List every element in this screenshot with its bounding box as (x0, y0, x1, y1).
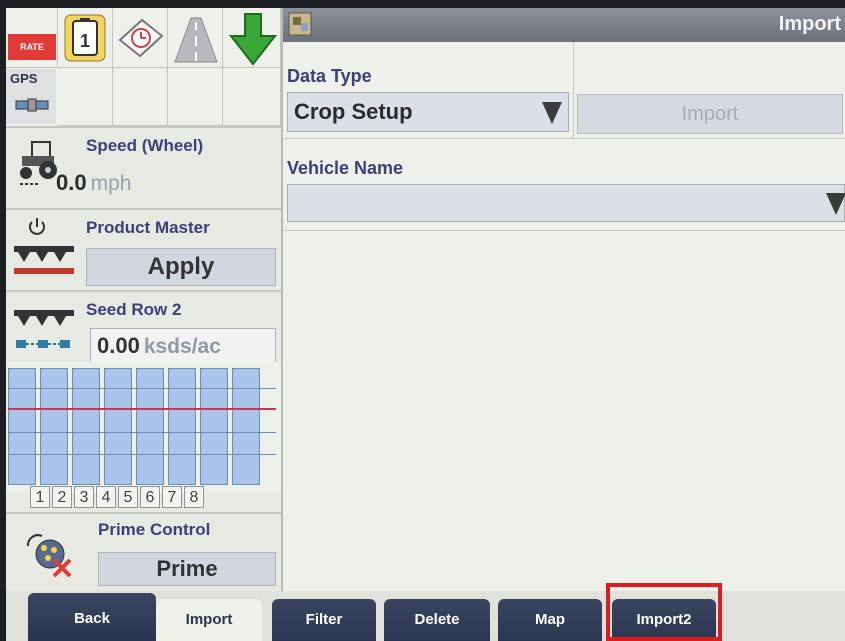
import-button[interactable]: Import (577, 94, 843, 134)
row-bar (232, 368, 260, 485)
row-number[interactable]: 8 (184, 486, 204, 508)
speed-readout: 0.0 mph (56, 170, 131, 196)
grid-line (8, 432, 276, 433)
row-bar (104, 368, 132, 485)
status-cell (223, 68, 281, 126)
row-number[interactable]: 1 (30, 486, 50, 508)
road-icon[interactable] (171, 14, 221, 64)
row-number[interactable]: 2 (52, 486, 72, 508)
speed-value: 0.0 (56, 170, 87, 195)
tractor-icon (16, 138, 60, 188)
product-master-panel: Product Master Apply (6, 208, 281, 290)
highlight-box (606, 583, 722, 641)
screen: RATE 1 GPS Speed (Wheel) 0.0 mph Product… (6, 8, 845, 641)
row-bar (8, 368, 36, 485)
apply-button[interactable]: Apply (86, 248, 276, 286)
rate-badge[interactable]: RATE (8, 34, 56, 60)
row-bar (168, 368, 196, 485)
divider (283, 230, 845, 231)
prime-icon (24, 526, 78, 580)
row-number[interactable]: 4 (96, 486, 116, 508)
seed-rate-unit: ksds/ac (143, 335, 221, 358)
status-grid: RATE 1 GPS (6, 8, 281, 126)
title-bar: Import (283, 8, 845, 42)
target-rate-line (8, 408, 276, 410)
divider (573, 42, 574, 138)
row-bar (40, 368, 68, 485)
status-cell (113, 68, 168, 126)
battery-icon[interactable]: 1 (64, 14, 106, 62)
status-cell (58, 68, 113, 126)
vehicle-name-select[interactable] (287, 184, 845, 222)
tools-icon[interactable] (287, 11, 313, 37)
status-cell (168, 68, 223, 126)
chevron-down-icon (542, 102, 562, 124)
chevron-down-icon (826, 193, 845, 215)
satellite-icon (14, 89, 50, 119)
data-type-label: Data Type (287, 66, 372, 86)
row-number[interactable]: 3 (74, 486, 94, 508)
speed-panel: Speed (Wheel) 0.0 mph (6, 126, 281, 208)
grid-line (8, 388, 276, 389)
gps-status[interactable]: GPS (6, 69, 56, 124)
tab-delete[interactable]: Delete (384, 599, 490, 641)
data-type-value: Crop Setup (294, 99, 413, 124)
tab-import[interactable]: Import (156, 599, 262, 641)
tab-filter[interactable]: Filter (272, 599, 376, 641)
row-number[interactable]: 6 (140, 486, 160, 508)
gps-label: GPS (10, 71, 38, 86)
vehicle-name-label: Vehicle Name (287, 158, 404, 178)
seed-row-panel: Seed Row 2 0.00 ksds/ac (6, 290, 281, 364)
row-bar (72, 368, 100, 485)
row-bar-graph (6, 362, 281, 493)
divider (283, 138, 845, 139)
prime-control-panel: Prime Control Prime (6, 512, 281, 591)
row-bar (136, 368, 164, 485)
svg-text:1: 1 (80, 31, 90, 51)
speed-unit: mph (90, 172, 132, 195)
grid-line (8, 454, 276, 455)
tab-back[interactable]: Back (28, 593, 156, 641)
tab-bar: Back Import Filter Delete Map Import2 (6, 583, 845, 641)
row-number[interactable]: 5 (118, 486, 138, 508)
power-icon (26, 216, 48, 238)
seed-rate-box[interactable]: 0.00 ksds/ac (90, 328, 276, 364)
prime-control-title: Prime Control (98, 520, 211, 539)
main-panel: Import Data Type Crop Setup Import Vehic… (283, 8, 845, 591)
page-title: Import (778, 13, 841, 35)
clock-icon[interactable] (116, 14, 166, 62)
planter-icon (12, 244, 78, 276)
seed-row-title: Seed Row 2 (86, 300, 182, 319)
row-number[interactable]: 7 (162, 486, 182, 508)
prime-button[interactable]: Prime (98, 552, 276, 586)
product-master-title: Product Master (86, 218, 210, 237)
down-arrow-icon[interactable] (228, 12, 278, 66)
data-type-select[interactable]: Crop Setup (287, 92, 569, 132)
seed-rate-value: 0.00 (97, 333, 140, 358)
speed-title: Speed (Wheel) (86, 136, 204, 155)
sidebar: RATE 1 GPS Speed (Wheel) 0.0 mph Product… (6, 8, 283, 591)
tab-map[interactable]: Map (498, 599, 602, 641)
row-bar (200, 368, 228, 485)
seed-row-icon (12, 296, 82, 356)
